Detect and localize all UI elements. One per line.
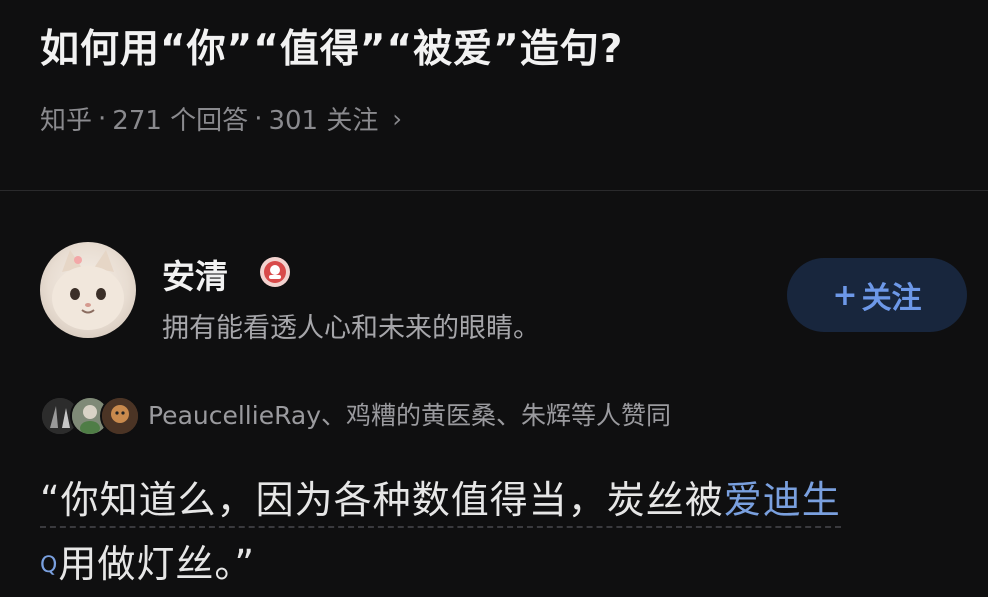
follower-count: 301 关注 <box>268 106 379 136</box>
separator: · <box>98 103 107 134</box>
question-title[interactable]: 如何用“你”“值得”“被爱”造句? <box>40 18 623 74</box>
creator-badge-icon <box>258 255 292 289</box>
voter-avatar-icon <box>100 396 140 436</box>
author-name[interactable]: 安清 <box>162 250 228 298</box>
plus-icon: + <box>832 277 858 313</box>
source-label: 知乎 <box>40 106 93 136</box>
answer-count: 271 个回答 <box>112 106 249 136</box>
answer-line-1: “你知道么，因为各种数值得当，炭丝被爱迪生 <box>40 478 841 528</box>
search-icon[interactable]: Q <box>40 553 58 578</box>
answer-line-2: 用做灯丝。” <box>58 542 256 586</box>
cat-avatar-icon[interactable] <box>40 242 136 338</box>
voters-text: PeaucellieRay、鸡糟的黄医桑、朱辉等人赞同 <box>148 401 672 430</box>
follow-button[interactable]: + 关注 <box>787 258 967 332</box>
follow-button-label: 关注 <box>861 281 922 316</box>
author-bio: 拥有能看透人心和未来的眼睛。 <box>162 313 540 344</box>
answer-content[interactable]: “你知道么，因为各种数值得当，炭丝被爱迪生 Q用做灯丝。” <box>40 468 970 596</box>
separator: · <box>254 103 263 134</box>
keyword-link[interactable]: 爱迪生 <box>724 478 841 522</box>
answer-text: “你知道么，因为各种数值得当，炭丝被 <box>40 478 724 522</box>
voters-row[interactable]: PeaucellieRay、鸡糟的黄医桑、朱辉等人赞同 <box>40 392 671 436</box>
question-meta[interactable]: 知乎 · 271 个回答 · 301 关注 › <box>40 100 402 137</box>
divider <box>0 190 988 191</box>
chevron-right-icon: › <box>392 104 402 133</box>
voter-avatars <box>40 394 144 436</box>
